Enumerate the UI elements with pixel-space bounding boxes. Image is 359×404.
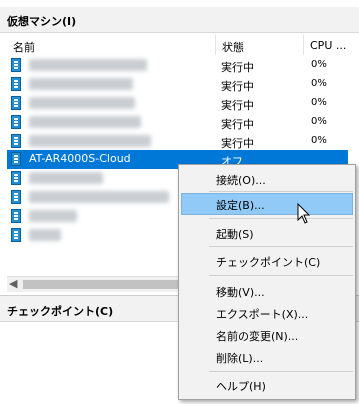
- vm-row[interactable]: 実行中 0%: [7, 75, 348, 94]
- menu-item-label: チェックポイント(C): [216, 256, 321, 269]
- menu-item-start[interactable]: 起動(S): [181, 222, 353, 244]
- menu-separator: [209, 218, 353, 219]
- vm-cpu-usage: 0%: [311, 116, 327, 127]
- column-header-state[interactable]: 状態: [216, 35, 304, 55]
- menu-separator: [209, 371, 353, 372]
- vm-cpu-usage: 0%: [311, 135, 327, 146]
- menu-item-rename[interactable]: 名前の変更(N)...: [181, 324, 353, 346]
- menu-item-settings[interactable]: 設定(B)...: [181, 193, 353, 215]
- vm-name-blurred: [29, 135, 151, 147]
- virtual-machine-icon: [11, 58, 21, 72]
- vm-state: 実行中: [221, 61, 254, 74]
- menu-item-label: 設定(B)...: [216, 199, 265, 212]
- context-menu: 接続(O)... 設定(B)... 起動(S) チェックポイント(C) 移動(V…: [178, 164, 356, 400]
- virtual-machine-icon: [11, 209, 21, 223]
- mouse-cursor-icon: [297, 203, 311, 224]
- column-header-cpu[interactable]: CPU ...: [304, 35, 348, 55]
- virtual-machine-icon: [11, 190, 21, 204]
- menu-item-checkpoint[interactable]: チェックポイント(C): [181, 250, 353, 272]
- menu-item-move[interactable]: 移動(V)...: [181, 280, 353, 302]
- virtual-machine-icon: [11, 171, 21, 185]
- scrollbar-thumb[interactable]: [23, 280, 203, 289]
- vm-name-blurred: [29, 191, 169, 203]
- menu-separator: [209, 246, 353, 247]
- vm-state: 実行中: [221, 80, 254, 93]
- menu-item-label: 接続(O)...: [216, 174, 266, 187]
- menu-item-label: 移動(V)...: [216, 286, 265, 299]
- vm-name-blurred: [29, 116, 141, 128]
- menu-separator: [209, 191, 353, 192]
- vm-row[interactable]: 実行中 0%: [7, 132, 348, 151]
- vm-state: 実行中: [221, 118, 254, 131]
- virtual-machine-icon: [11, 228, 21, 242]
- vm-name-blurred: [29, 97, 135, 109]
- vm-name-blurred: [29, 210, 77, 222]
- vm-name-blurred: [29, 78, 133, 90]
- vm-cpu-usage: 0%: [311, 78, 327, 89]
- vm-name-blurred: [29, 172, 103, 184]
- menu-item-connect[interactable]: 接続(O)...: [181, 168, 353, 190]
- vm-name: AT-AR4000S-Cloud: [29, 152, 131, 165]
- vm-cpu-usage: 0%: [311, 97, 327, 108]
- column-header-name[interactable]: 名前: [7, 35, 216, 55]
- menu-item-help[interactable]: ヘルプ(H): [181, 374, 353, 396]
- menu-separator: [209, 275, 353, 276]
- virtual-machine-icon: [11, 96, 21, 110]
- menu-item-export[interactable]: エクスポート(X)...: [181, 302, 353, 324]
- vm-row[interactable]: 実行中 0%: [7, 56, 348, 75]
- vm-row[interactable]: 実行中 0%: [7, 113, 348, 132]
- menu-item-label: 起動(S): [216, 228, 254, 241]
- virtual-machine-icon: [11, 152, 21, 166]
- vm-state: 実行中: [221, 99, 254, 112]
- virtual-machine-icon: [11, 134, 21, 148]
- menu-item-label: エクスポート(X)...: [216, 308, 309, 321]
- vm-name-blurred: [29, 59, 147, 71]
- virtual-machine-icon: [11, 115, 21, 129]
- vm-name-blurred: [29, 229, 61, 241]
- vm-state: 実行中: [221, 137, 254, 150]
- virtual-machine-icon: [11, 77, 21, 91]
- vm-row[interactable]: 実行中 0%: [7, 94, 348, 113]
- virtual-machines-pane-title: 仮想マシン(I): [0, 7, 359, 33]
- scroll-left-arrow-icon[interactable]: ◀: [9, 277, 17, 290]
- menu-item-delete[interactable]: 削除(L)...: [181, 346, 353, 368]
- menu-item-label: ヘルプ(H): [216, 380, 266, 393]
- menu-item-label: 削除(L)...: [216, 352, 264, 365]
- vm-cpu-usage: 0%: [311, 59, 327, 70]
- menu-item-label: 名前の変更(N)...: [216, 330, 299, 343]
